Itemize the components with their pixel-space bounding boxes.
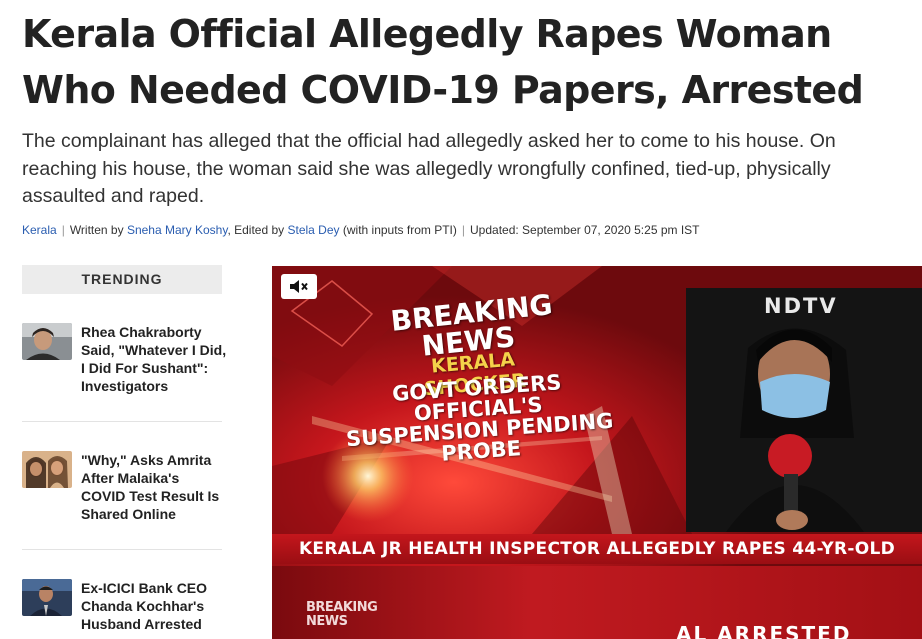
trending-divider: [22, 421, 222, 422]
video-player[interactable]: BREAKING NEWS KERALA SHOCKER GOVT ORDERS…: [272, 266, 922, 639]
article-headline: Kerala Official Allegedly Rapes Woman Wh…: [22, 12, 864, 112]
reporter-feed: NDTV: [686, 288, 922, 532]
edited-by-label: , Edited by: [227, 223, 288, 237]
trending-thumbnail[interactable]: [22, 579, 72, 616]
trending-title[interactable]: "Why," Asks Amrita After Malaika's COVID…: [81, 451, 227, 523]
byline-separator: |: [461, 223, 466, 237]
byline-separator: |: [61, 223, 65, 237]
author-link[interactable]: Sneha Mary Koshy: [127, 223, 228, 237]
reporter-image: [686, 288, 922, 532]
channel-logo: NDTV: [764, 294, 838, 318]
news-ticker: KERALA JR HEALTH INSPECTOR ALLEGEDLY RAP…: [272, 534, 922, 564]
article-summary: The complainant has alleged that the off…: [22, 130, 836, 207]
trending-title[interactable]: Rhea Chakraborty Said, "Whatever I Did, …: [81, 323, 227, 395]
lower-breaking-line: BREAKING: [306, 600, 378, 615]
mute-toggle-button[interactable]: [281, 274, 317, 299]
inputs-note: (with inputs from PTI): [339, 223, 457, 237]
trending-title[interactable]: Ex-ICICI Bank CEO Chanda Kochhar's Husba…: [81, 579, 227, 633]
trending-thumbnail[interactable]: [22, 451, 72, 488]
category-link[interactable]: Kerala: [22, 223, 57, 237]
lower-breaking-news-logo: BREAKING NEWS: [306, 600, 378, 629]
lower-partial-text: AL ARRESTED: [676, 622, 852, 639]
speaker-muted-icon: [290, 280, 308, 293]
written-by-label: Written by: [69, 223, 127, 237]
trending-thumbnail[interactable]: [22, 323, 72, 360]
article-byline: Kerala | Written by Sneha Mary Koshy, Edit…: [22, 222, 902, 238]
updated-timestamp: Updated: September 07, 2020 5:25 pm IST: [470, 223, 700, 237]
trending-divider: [22, 549, 222, 550]
lower-news-line: NEWS: [306, 614, 348, 629]
editor-link[interactable]: Stela Dey: [288, 223, 340, 237]
trending-header: TRENDING: [22, 265, 222, 294]
